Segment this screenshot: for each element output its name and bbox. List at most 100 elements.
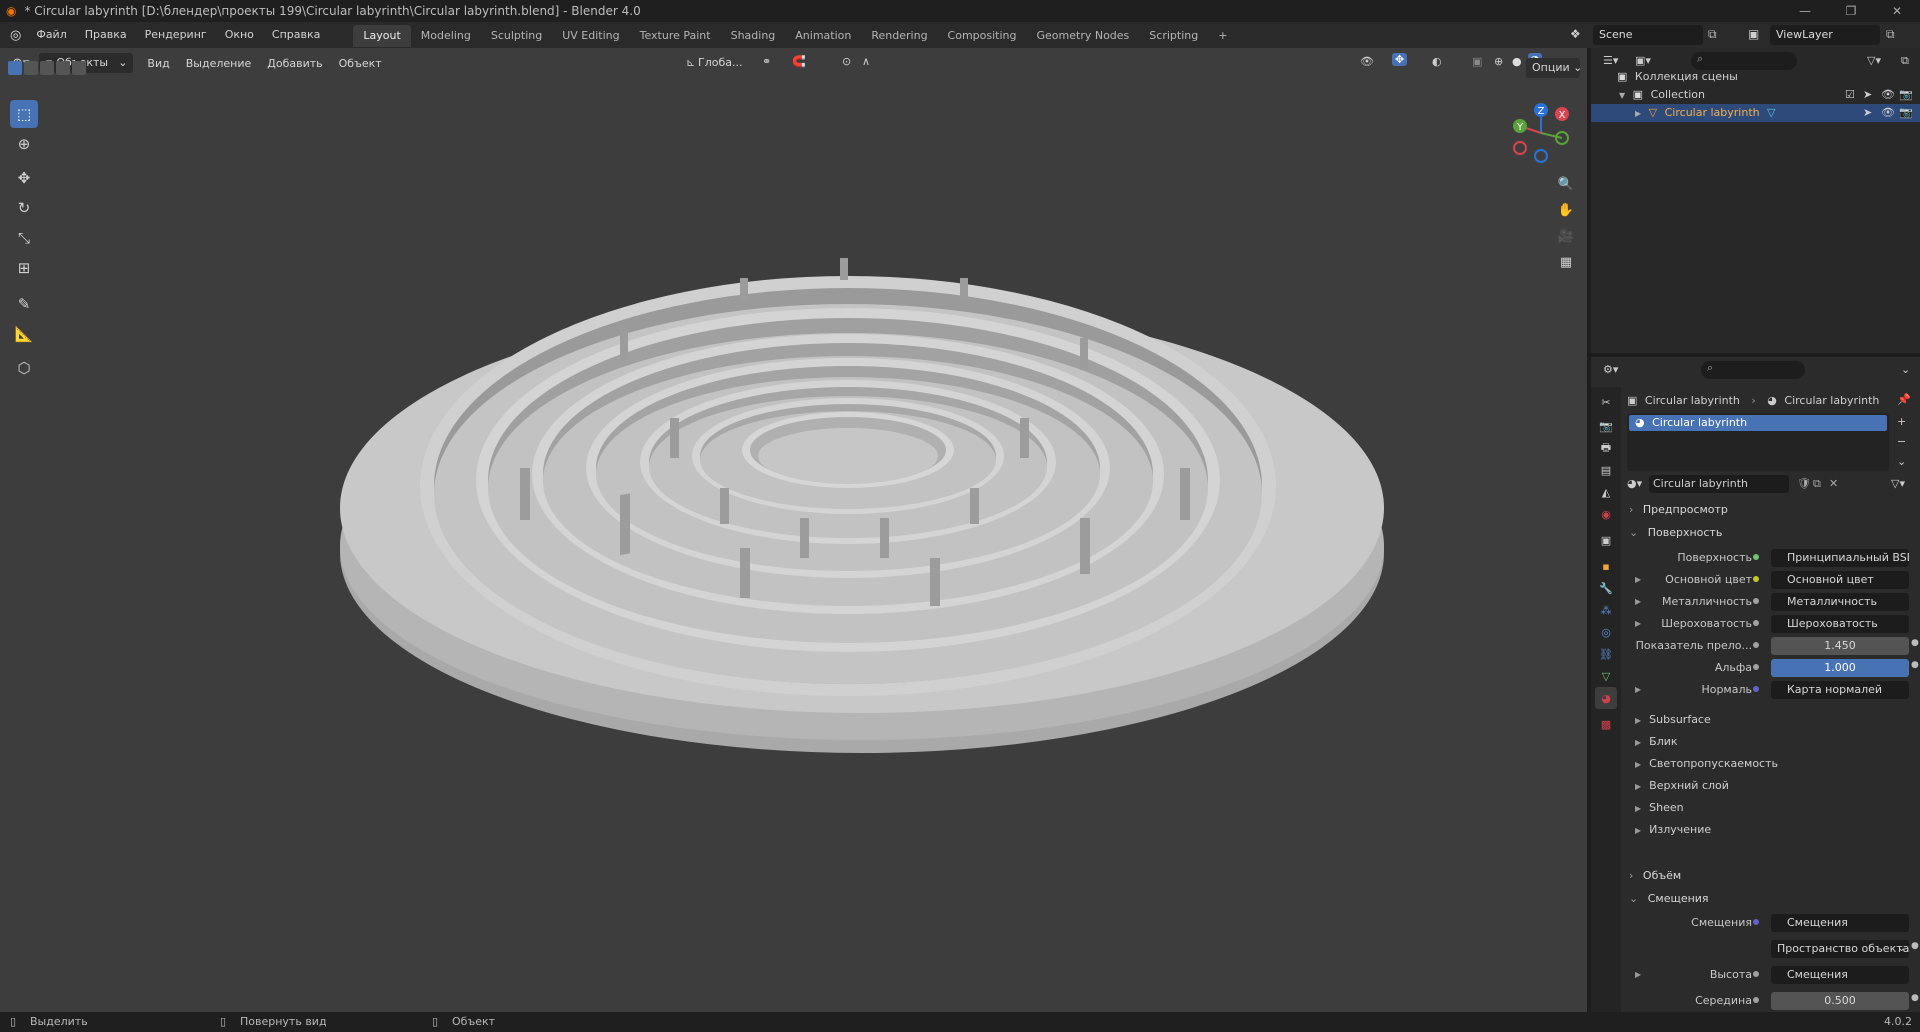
scene-type-icon[interactable]: ❖ [1570,27,1581,41]
output-tab-icon[interactable]: 🖶 [1595,437,1617,459]
menu-edit[interactable]: Правка [76,22,136,48]
duplicate-material-icon[interactable]: ⧉ [1813,477,1821,491]
annotate-tool[interactable]: ✎ [10,290,38,318]
keyframe-dot-icon[interactable]: ● [1911,993,1919,1003]
particles-tab-icon[interactable]: ⁂ [1595,599,1617,621]
menu-view[interactable]: Вид [139,57,177,70]
material-slot-item[interactable]: ◕ Circular labyrinth [1629,415,1887,431]
gizmo-toggle-icon[interactable]: ✥ [1392,53,1408,66]
tab-geometry-nodes[interactable]: Geometry Nodes [1027,25,1140,47]
tab-layout[interactable]: Layout [353,25,411,47]
xray-icon[interactable]: ▣ [1472,55,1482,68]
3d-viewport[interactable]: ⊕▾ ▪ Объекты⌄ Вид Выделение Добавить Объ… [0,48,1587,1012]
select-subtract-icon[interactable] [40,61,54,75]
subpanel-header[interactable]: ▶ Излучение [1625,820,1918,840]
cursor-tool[interactable]: ⊕ [10,130,38,158]
socket-dot-icon[interactable] [1753,554,1759,560]
view-layer-selector[interactable]: ViewLayer [1770,25,1880,45]
falloff-icon[interactable]: ∧ [862,55,870,68]
menu-file[interactable]: Файл [27,22,75,48]
space-dropdown[interactable]: Пространство объекта [1771,940,1909,958]
panel-surface[interactable]: ⌄ Поверхность [1625,522,1918,544]
add-cube-tool[interactable]: ⬡ [10,354,38,382]
visibility-icon[interactable]: 👁 [1360,55,1374,68]
prop-value-field[interactable]: Смещения [1771,914,1909,932]
socket-dot-icon[interactable] [1753,576,1759,582]
modifier-tab-icon[interactable]: 🔧 [1595,577,1617,599]
select-intersect-icon[interactable] [72,61,86,75]
material-tab-icon[interactable]: ◕ [1595,687,1617,709]
outliner-editor-icon[interactable]: ☰▾ [1603,54,1618,67]
socket-dot-icon[interactable] [1753,686,1759,692]
keyframe-dot-icon[interactable]: ● [1911,941,1919,951]
tab-animation[interactable]: Animation [785,25,861,47]
panel-volume[interactable]: › Объём [1625,865,1918,887]
scale-tool[interactable]: ⤡ [10,224,38,252]
select-new-icon[interactable] [8,61,22,75]
shading-wireframe-icon[interactable]: ⊕ [1494,55,1503,68]
transform-tool[interactable]: ⊞ [10,254,38,282]
socket-dot-icon[interactable] [1753,997,1759,1003]
menu-help[interactable]: Справка [263,22,329,48]
menu-add[interactable]: Добавить [259,57,330,70]
pin-icon[interactable]: 📌 [1897,393,1911,406]
options-button[interactable]: Опции ⌄ [1526,58,1582,78]
expand-arrow-icon[interactable]: ▶ [1635,592,1641,612]
subpanel-header[interactable]: ▶ Блик [1625,732,1918,752]
socket-dot-icon[interactable] [1753,971,1759,977]
remove-slot-button[interactable]: − [1897,435,1906,448]
slot-specials-icon[interactable]: ⌄ [1897,455,1906,468]
prop-value-field[interactable]: Шероховатость [1771,615,1909,633]
material-slot-list[interactable]: ◕ Circular labyrinth [1627,413,1889,471]
outliner-scene-collection[interactable]: ▣ Коллекция сцены [1591,68,1920,86]
outliner-collection[interactable]: ▼ ▣ Collection ☑ ➤ 👁 📷 [1591,86,1920,104]
selectable-icon[interactable]: ➤ [1863,104,1872,122]
add-slot-button[interactable]: + [1897,415,1906,428]
exclude-checkbox-icon[interactable]: ☑ [1845,86,1855,104]
render-tab-icon[interactable]: 📷 [1595,415,1617,437]
prop-value-field[interactable]: Карта нормалей [1771,681,1909,699]
display-mode-icon[interactable]: ▣▾ [1635,54,1651,67]
prop-value-field[interactable]: Основной цвет [1771,571,1909,589]
properties-editor-icon[interactable]: ⚙▾ [1603,363,1618,376]
socket-dot-icon[interactable] [1753,919,1759,925]
measure-tool[interactable]: 📐 [10,320,38,348]
rotate-tool[interactable]: ↻ [10,194,38,222]
fake-user-icon[interactable]: 🛡 [1797,477,1811,490]
selectable-icon[interactable]: ➤ [1863,86,1872,104]
filter-icon[interactable]: ▽▾ [1867,54,1881,67]
keyframe-dot-icon[interactable]: ● [1911,660,1919,670]
panel-displacement[interactable]: ⌄ Смещения [1625,888,1918,910]
subpanel-header[interactable]: ▶ Верхний слой [1625,776,1918,796]
expand-arrow-icon[interactable]: ▶ [1635,109,1641,118]
select-box-tool[interactable]: ⬚ [10,100,38,128]
new-collection-icon[interactable]: ⧉ [1901,54,1909,68]
close-button[interactable]: ✕ [1874,0,1920,22]
menu-object[interactable]: Объект [331,57,390,70]
pan-hand-icon[interactable]: ✋ [1554,198,1578,222]
keyframe-dot-icon[interactable]: ● [1911,638,1919,648]
add-workspace-button[interactable]: + [1208,25,1237,47]
panel-preview[interactable]: › Предпросмотр [1625,499,1918,521]
tab-rendering[interactable]: Rendering [861,25,937,47]
move-tool[interactable]: ✥ [10,164,38,192]
select-invert-icon[interactable] [56,61,70,75]
select-extend-icon[interactable] [24,61,38,75]
socket-dot-icon[interactable] [1753,642,1759,648]
viewlayer-new-icon[interactable]: ⧉ [1886,27,1895,42]
material-browse-icon[interactable]: ◕▾ [1627,477,1642,490]
properties-search-input[interactable]: ⌕ [1701,361,1805,379]
scene-new-icon[interactable]: ⧉ [1708,27,1717,42]
prop-value-field[interactable]: 1.000 [1771,659,1909,677]
subpanel-header[interactable]: ▶ Светопропускаемость [1625,754,1918,774]
expand-arrow-icon[interactable]: ▶ [1635,570,1641,590]
tab-texture-paint[interactable]: Texture Paint [630,25,721,47]
socket-dot-icon[interactable] [1753,664,1759,670]
overlay-toggle-icon[interactable]: ◐ [1432,55,1442,68]
prop-value-field[interactable]: Принципиальный BSDF [1771,549,1909,567]
menu-window[interactable]: Окно [216,22,263,48]
material-filter-icon[interactable]: ▽▾ [1891,477,1905,490]
snap-icon[interactable]: 🧲 [792,55,806,68]
orientation-icon[interactable]: ⊾ [686,56,695,69]
zoom-icon[interactable]: 🔍 [1554,172,1578,196]
